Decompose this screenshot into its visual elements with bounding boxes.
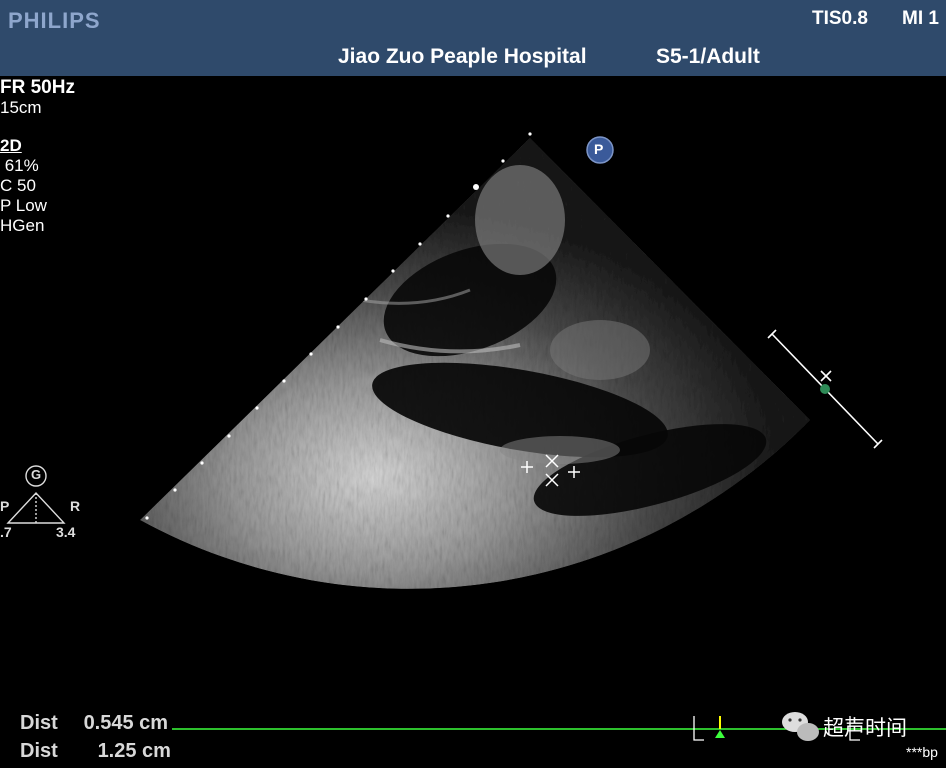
- mechanical-index: MI 1: [902, 8, 939, 29]
- probe-preset: S5-1/Adult: [656, 45, 760, 68]
- gain: 61%: [0, 156, 39, 175]
- measurement-value: 0.545 cm: [83, 712, 169, 734]
- measurement-value: 1.25 cm: [97, 740, 171, 762]
- gen-left-label: P: [0, 498, 10, 514]
- frequency: HGen: [0, 216, 45, 235]
- hospital-name: Jiao Zuo Peaple Hospital: [338, 45, 587, 68]
- persistence: P Low: [0, 196, 47, 215]
- wechat-icon: [782, 712, 819, 741]
- mode-label: 2D: [0, 136, 22, 155]
- orientation-marker-letter: P: [594, 141, 604, 157]
- gen-badge: G: [31, 467, 42, 482]
- ultrasound-canvas: [6, 132, 946, 741]
- measurement-label: Dist: [20, 712, 58, 734]
- acquisition-params: FR 50Hz 15cm 2D 61% C 50 P Low HGen: [0, 78, 75, 236]
- frame-rate: FR 50Hz: [0, 77, 75, 98]
- depth: 15cm: [0, 98, 42, 117]
- gen-right-label: R: [70, 498, 81, 514]
- brand-logo: PHILIPS: [8, 8, 101, 33]
- gen-right-value: 3.4: [56, 524, 76, 540]
- echo-sector: [140, 138, 810, 589]
- thermal-index: TIS0.8: [812, 8, 868, 29]
- patient-id: ***bp: [906, 744, 938, 760]
- measurement-row: Dist 0.545 cm: [0, 712, 168, 735]
- measurement-row: Dist 1.25 cm: [0, 740, 171, 763]
- gen-left-value: .7: [0, 524, 12, 540]
- watermark-text: 超声时间: [823, 717, 907, 740]
- header-bar: PHILIPS TIS0.8 MI 1 Jiao Zuo Peaple Hosp…: [0, 0, 946, 76]
- measurement-label: Dist: [20, 740, 58, 762]
- compression: C 50: [0, 176, 36, 195]
